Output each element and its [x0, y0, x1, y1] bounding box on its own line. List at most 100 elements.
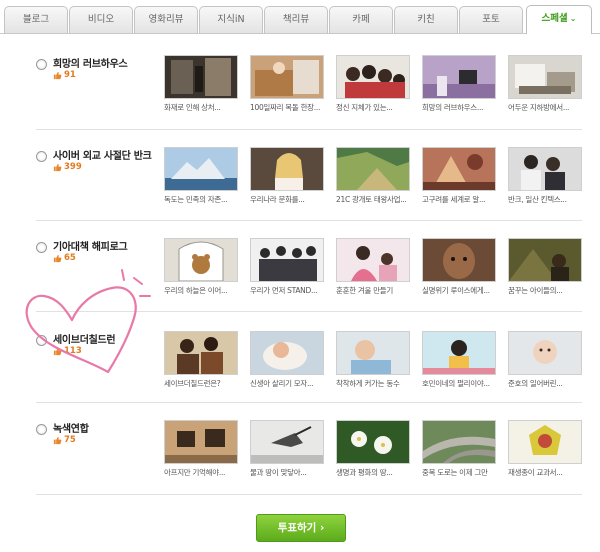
- photo-item[interactable]: 21C 광개토 태왕사업...: [336, 147, 410, 205]
- tab-book-review[interactable]: 책리뷰: [264, 6, 328, 33]
- tab-photo[interactable]: 포토: [459, 6, 523, 33]
- photo-thumbnail[interactable]: [422, 331, 496, 375]
- photo-item[interactable]: 중복 도로는 이제 그만: [422, 420, 496, 478]
- photo-item[interactable]: 신생아 살리기 모자...: [250, 331, 324, 389]
- vote-radio[interactable]: [36, 424, 47, 435]
- photo-thumbnail[interactable]: [422, 420, 496, 464]
- photo-caption[interactable]: 우리가 먼저 STAND...: [250, 285, 324, 296]
- candidate-name[interactable]: 녹색연합: [53, 420, 89, 435]
- photo-caption[interactable]: 희망의 러브하우스...: [422, 102, 496, 113]
- like-badge: 91: [53, 69, 76, 81]
- photo-thumbnail[interactable]: [164, 420, 238, 464]
- photo-thumbnail[interactable]: [336, 238, 410, 282]
- photo-thumbnail[interactable]: [164, 331, 238, 375]
- photo-thumbnail[interactable]: [508, 420, 582, 464]
- photo-thumbnail[interactable]: [508, 238, 582, 282]
- photo-thumbnail[interactable]: [164, 55, 238, 99]
- like-badge: 399: [53, 161, 82, 173]
- photo-caption[interactable]: 착착하게 커가는 동수: [336, 378, 410, 389]
- photo-item[interactable]: 아프지만 기억해야...: [164, 420, 238, 478]
- photo-thumbnail[interactable]: [508, 147, 582, 191]
- photo-item[interactable]: 실명위기 루이스에게...: [422, 238, 496, 296]
- photo-caption[interactable]: 재생종이 교과서...: [508, 467, 582, 478]
- photo-item[interactable]: 재생종이 교과서...: [508, 420, 582, 478]
- candidate-name[interactable]: 희망의 러브하우스: [53, 55, 128, 70]
- photo-caption[interactable]: 정신 지체가 있는...: [336, 102, 410, 113]
- photo-caption[interactable]: 화재로 인해 상처...: [164, 102, 238, 113]
- photo-caption[interactable]: 21C 광개토 태왕사업...: [336, 194, 410, 205]
- photo-item[interactable]: 100일짜리 복돌 한장...: [250, 55, 324, 113]
- photo-caption[interactable]: 생명과 평화의 땅...: [336, 467, 410, 478]
- photo-item[interactable]: 세이브더칠드런은?: [164, 331, 238, 389]
- tab-movie-review[interactable]: 영화리뷰: [134, 6, 198, 33]
- photo-item[interactable]: 물과 땅이 맞닿아...: [250, 420, 324, 478]
- photo-item[interactable]: 희망의 러브하우스...: [422, 55, 496, 113]
- photo-thumbnail[interactable]: [336, 420, 410, 464]
- photo-caption[interactable]: 반크, 일산 킨텍스...: [508, 194, 582, 205]
- thumbs-up-icon: [53, 254, 62, 262]
- photo-thumbnail[interactable]: [422, 147, 496, 191]
- vote-radio[interactable]: [36, 151, 47, 162]
- photo-thumbnail[interactable]: [422, 238, 496, 282]
- photo-thumbnail[interactable]: [336, 147, 410, 191]
- photo-caption[interactable]: 실명위기 루이스에게...: [422, 285, 496, 296]
- photo-caption[interactable]: 100일짜리 복돌 한장...: [250, 102, 324, 113]
- photo-caption[interactable]: 꿈꾸는 아이들의...: [508, 285, 582, 296]
- photo-item[interactable]: 우리나라 문화를...: [250, 147, 324, 205]
- photo-thumbnail[interactable]: [508, 55, 582, 99]
- photo-item[interactable]: 준호의 일어버린...: [508, 331, 582, 389]
- photo-caption[interactable]: 중복 도로는 이제 그만: [422, 467, 496, 478]
- photo-caption[interactable]: 아프지만 기억해야...: [164, 467, 238, 478]
- photo-caption[interactable]: 준호의 일어버린...: [508, 378, 582, 389]
- photo-item[interactable]: 독도는 민족의 자존...: [164, 147, 238, 205]
- photo-thumbnail[interactable]: [250, 331, 324, 375]
- candidate-name[interactable]: 기아대책 해피로그: [53, 238, 128, 253]
- photo-item[interactable]: 꿈꾸는 아이들의...: [508, 238, 582, 296]
- candidate-name[interactable]: 세이브더칠드런: [53, 331, 116, 346]
- photo-item[interactable]: 훈훈한 겨울 만들기: [336, 238, 410, 296]
- row-divider: [36, 220, 582, 221]
- photo-thumbnail[interactable]: [422, 55, 496, 99]
- tab-kitchen[interactable]: 키친: [394, 6, 458, 33]
- vote-button[interactable]: 투표하기 ›: [256, 514, 346, 542]
- vote-radio[interactable]: [36, 242, 47, 253]
- photo-caption[interactable]: 어두운 지하방에서...: [508, 102, 582, 113]
- photo-thumbnail[interactable]: [250, 55, 324, 99]
- photo-item[interactable]: 착착하게 커가는 동수: [336, 331, 410, 389]
- photo-caption[interactable]: 호민이네의 펄리이야...: [422, 378, 496, 389]
- photo-thumbnail[interactable]: [336, 331, 410, 375]
- photo-thumbnail[interactable]: [250, 420, 324, 464]
- photo-caption[interactable]: 세이브더칠드런은?: [164, 378, 238, 389]
- photo-caption[interactable]: 독도는 민족의 자존...: [164, 194, 238, 205]
- photo-thumbnail[interactable]: [336, 55, 410, 99]
- photo-item[interactable]: 우리의 하늘은 이어...: [164, 238, 238, 296]
- tab-knowledge-in[interactable]: 지식iN: [199, 6, 263, 33]
- photo-thumbnail[interactable]: [164, 238, 238, 282]
- photo-caption[interactable]: 우리나라 문화를...: [250, 194, 324, 205]
- photo-item[interactable]: 우리가 먼저 STAND...: [250, 238, 324, 296]
- tab-special[interactable]: 스페셜 ⌄: [526, 5, 592, 34]
- photo-caption[interactable]: 고구려를 세계로 알...: [422, 194, 496, 205]
- photo-caption[interactable]: 우리의 하늘은 이어...: [164, 285, 238, 296]
- photo-thumbnail[interactable]: [250, 147, 324, 191]
- photo-thumbnail[interactable]: [250, 238, 324, 282]
- photo-item[interactable]: 고구려를 세계로 알...: [422, 147, 496, 205]
- tab-cafe[interactable]: 카페: [329, 6, 393, 33]
- photo-item[interactable]: 화재로 인해 상처...: [164, 55, 238, 113]
- like-badge: 65: [53, 252, 76, 264]
- photo-caption[interactable]: 신생아 살리기 모자...: [250, 378, 324, 389]
- candidate-name[interactable]: 사이버 외교 사절단 반크: [53, 147, 152, 162]
- photo-item[interactable]: 생명과 평화의 땅...: [336, 420, 410, 478]
- vote-radio[interactable]: [36, 335, 47, 346]
- tab-blog[interactable]: 블로그: [4, 6, 68, 33]
- photo-item[interactable]: 호민이네의 펄리이야...: [422, 331, 496, 389]
- tab-video[interactable]: 비디오: [69, 6, 133, 33]
- photo-thumbnail[interactable]: [508, 331, 582, 375]
- photo-item[interactable]: 어두운 지하방에서...: [508, 55, 582, 113]
- photo-item[interactable]: 정신 지체가 있는...: [336, 55, 410, 113]
- photo-item[interactable]: 반크, 일산 킨텍스...: [508, 147, 582, 205]
- photo-caption[interactable]: 물과 땅이 맞닿아...: [250, 467, 324, 478]
- photo-caption[interactable]: 훈훈한 겨울 만들기: [336, 285, 410, 296]
- vote-radio[interactable]: [36, 59, 47, 70]
- photo-thumbnail[interactable]: [164, 147, 238, 191]
